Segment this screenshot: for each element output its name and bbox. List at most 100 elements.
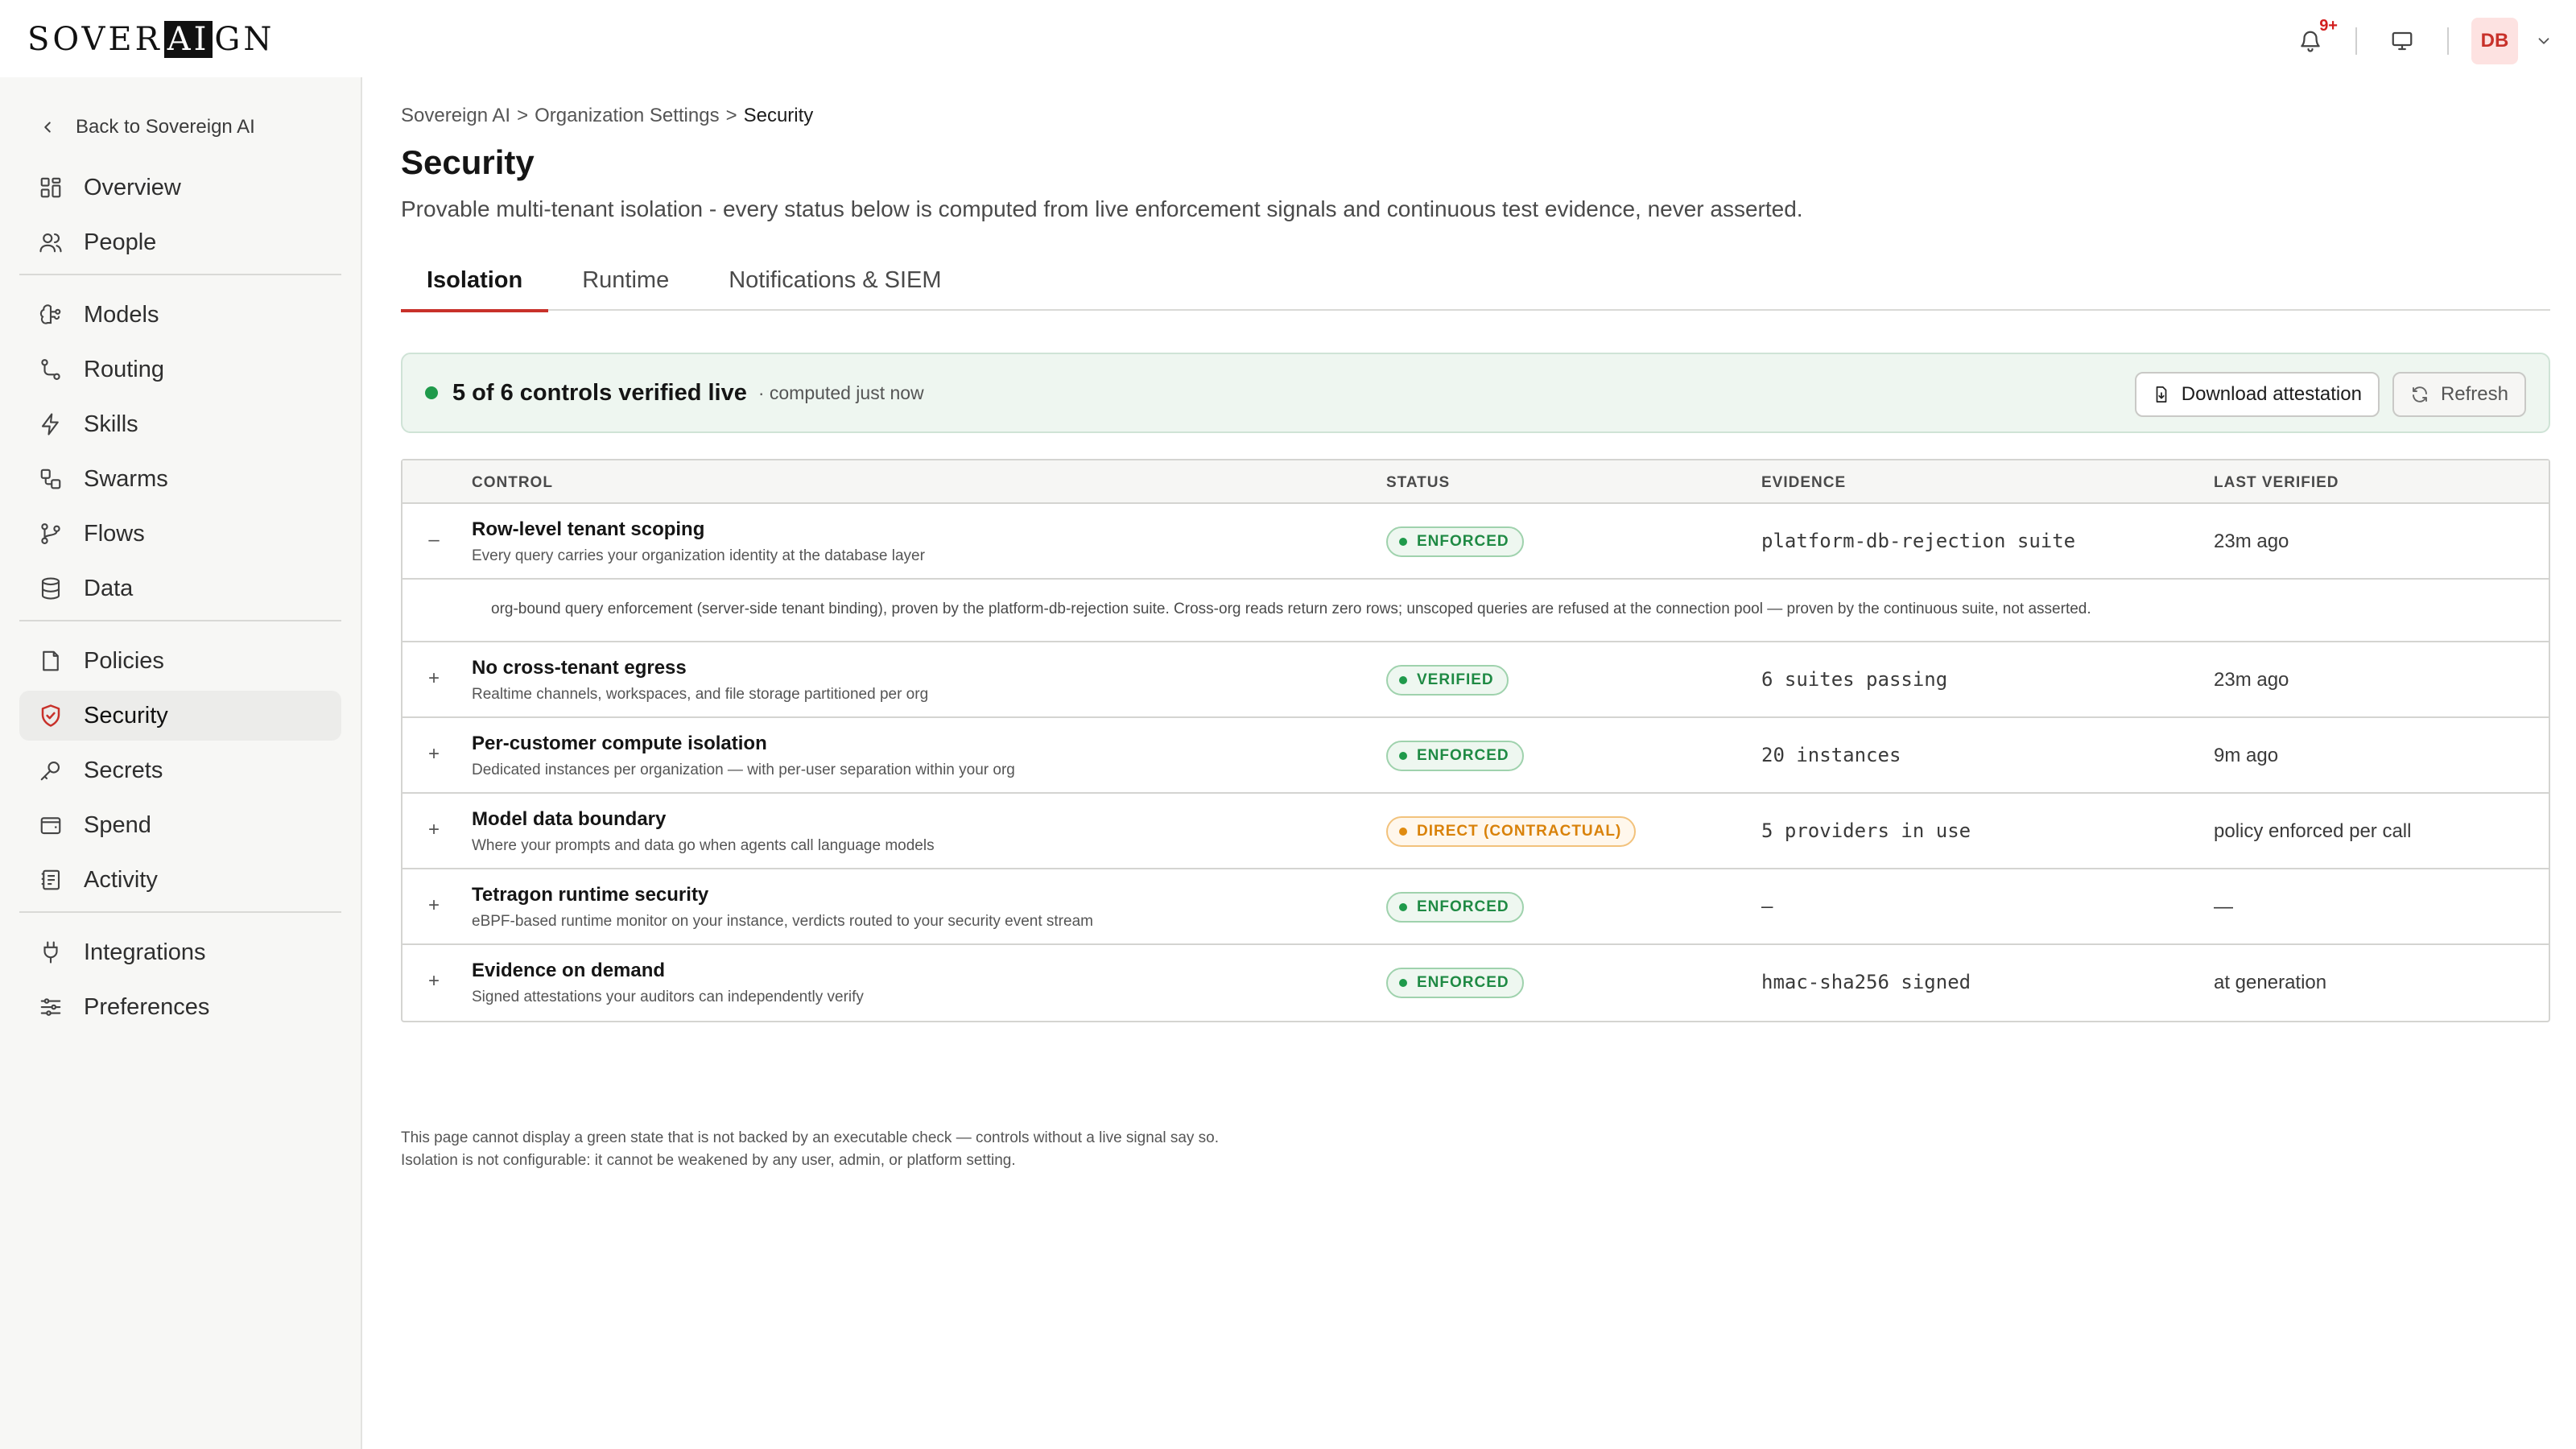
control-name: Row-level tenant scoping [472, 518, 705, 540]
column-header-control[interactable]: CONTROL [472, 474, 553, 492]
sidebar-item-label: Flows [84, 520, 145, 547]
refresh-button[interactable]: Refresh [2392, 372, 2526, 417]
sidebar-item-label: Spend [84, 811, 151, 838]
database-icon [37, 575, 64, 602]
breadcrumb-separator: > [725, 105, 737, 126]
evidence-value: 20 instances [1761, 744, 1901, 766]
logo-text-pre: SOVER [27, 21, 163, 58]
expand-toggle[interactable]: + [422, 667, 446, 691]
sidebar-item-preferences[interactable]: Preferences [19, 982, 341, 1032]
control-name: Model data boundary [472, 808, 667, 830]
sidebar-item-label: Activity [84, 866, 158, 893]
control-name: Tetragon runtime security [472, 884, 709, 906]
table-row[interactable]: + Evidence on demand Signed attestations… [402, 945, 2549, 1021]
summary-actions: Download attestation Refresh [2122, 372, 2526, 417]
sidebar-item-label: Swarms [84, 465, 168, 492]
status-dot [1399, 979, 1407, 987]
notifications-badge: 9+ [2319, 17, 2338, 35]
last-verified-value: 9m ago [2214, 745, 2279, 766]
sidebar-item-data[interactable]: Data [19, 564, 341, 613]
evidence-value: platform-db-rejection suite [1761, 530, 2076, 552]
back-link-label: Back to Sovereign AI [76, 116, 255, 138]
sidebar-item-swarms[interactable]: Swarms [19, 454, 341, 504]
refresh-icon [2413, 386, 2427, 402]
sliders-icon [37, 993, 64, 1021]
expand-toggle[interactable]: + [422, 969, 446, 993]
refresh-label: Refresh [2440, 383, 2508, 405]
breadcrumb-current: Security [743, 105, 814, 126]
activity-icon [37, 866, 64, 894]
sidebar-item-activity[interactable]: Activity [19, 855, 341, 905]
back-link[interactable]: Back to Sovereign AI [39, 109, 255, 145]
column-header-evidence[interactable]: EVIDENCE [1761, 474, 1846, 492]
tab-isolation[interactable]: Isolation [401, 250, 549, 312]
status-dot [1399, 676, 1407, 684]
sidebar-item-integrations[interactable]: Integrations [19, 927, 341, 977]
logo[interactable]: SOVER AI GN [27, 18, 275, 61]
expanded-detail-text: org-bound query enforcement (server-side… [491, 601, 2091, 617]
status-badge: ENFORCED [1386, 741, 1524, 771]
tab-runtime[interactable]: Runtime [556, 250, 695, 311]
sidebar-item-label: Preferences [84, 993, 210, 1020]
column-header-last-verified[interactable]: LAST VERIFIED [2214, 474, 2339, 492]
table-row[interactable]: + Per-customer compute isolation Dedicat… [402, 718, 2549, 794]
sidebar-item-overview[interactable]: Overview [19, 163, 341, 213]
main-content: Sovereign AI > Organization Settings > S… [364, 77, 2576, 1449]
sidebar-item-label: Security [84, 702, 168, 729]
sidebar-divider [19, 620, 341, 621]
control-description: Dedicated instances per organization — w… [472, 762, 1015, 778]
expand-toggle[interactable]: + [422, 818, 446, 842]
status-label: VERIFIED [1417, 671, 1494, 688]
collapse-toggle[interactable]: – [422, 528, 446, 552]
sidebar-divider [19, 911, 341, 913]
sidebar-item-policies[interactable]: Policies [19, 636, 341, 686]
account-menu-button[interactable] [2533, 30, 2555, 52]
sidebar-item-spend[interactable]: Spend [19, 800, 341, 850]
status-dot [1399, 828, 1407, 836]
page-title: Security [401, 143, 535, 181]
tab-notifications-siem[interactable]: Notifications & SIEM [703, 250, 967, 311]
sidebar-item-models[interactable]: Models [19, 290, 341, 340]
status-dot [1399, 538, 1407, 546]
breadcrumb-parent[interactable]: Organization Settings [535, 105, 719, 127]
top-right-controls: 9+ DB [2288, 16, 2555, 66]
avatar[interactable]: DB [2471, 18, 2518, 64]
sidebar-item-secrets[interactable]: Secrets [19, 745, 341, 795]
control-name: Evidence on demand [472, 960, 666, 981]
chevron-left-icon [44, 122, 51, 133]
shield-icon [37, 702, 64, 729]
sidebar-item-flows[interactable]: Flows [19, 509, 341, 559]
download-attestation-button[interactable]: Download attestation [2134, 372, 2380, 417]
table-row[interactable]: + No cross-tenant egress Realtime channe… [402, 642, 2549, 718]
status-label: DIRECT (CONTRACTUAL) [1417, 823, 1622, 840]
file-download-icon [2156, 386, 2167, 403]
sidebar-item-routing[interactable]: Routing [19, 345, 341, 394]
control-name: Per-customer compute isolation [472, 733, 767, 754]
expand-toggle[interactable]: + [422, 894, 446, 918]
table-row[interactable]: + Model data boundary Where your prompts… [402, 794, 2549, 869]
expand-toggle[interactable]: + [422, 742, 446, 766]
table-row[interactable]: – Row-level tenant scoping Every query c… [402, 504, 2549, 580]
summary-title: 5 of 6 controls verified live [452, 379, 747, 406]
last-verified-value: — [2214, 896, 2233, 918]
display-button[interactable] [2380, 19, 2425, 64]
status-badge: ENFORCED [1386, 968, 1524, 998]
last-verified-value: 23m ago [2214, 530, 2289, 552]
column-header-status[interactable]: STATUS [1386, 474, 1450, 492]
notifications-button[interactable]: 9+ [2288, 17, 2338, 64]
sidebar-item-skills[interactable]: Skills [19, 399, 341, 449]
status-label: ENFORCED [1417, 533, 1509, 550]
sidebar-item-security[interactable]: Security [19, 691, 341, 741]
status-dot [1399, 752, 1407, 760]
top-bar: SOVER AI GN 9+ DB [0, 0, 2576, 77]
status-label: ENFORCED [1417, 747, 1509, 764]
table-row[interactable]: + Tetragon runtime security eBPF-based r… [402, 869, 2549, 945]
breadcrumb-separator: > [517, 105, 529, 126]
logo-text-post: GN [214, 21, 275, 58]
control-description: eBPF-based runtime monitor on your insta… [472, 913, 1093, 930]
status-badge: VERIFIED [1386, 665, 1509, 696]
route-icon [37, 356, 64, 383]
breadcrumb-root[interactable]: Sovereign AI [401, 105, 510, 127]
branch-icon [37, 520, 64, 547]
sidebar-item-people[interactable]: People [19, 217, 341, 267]
